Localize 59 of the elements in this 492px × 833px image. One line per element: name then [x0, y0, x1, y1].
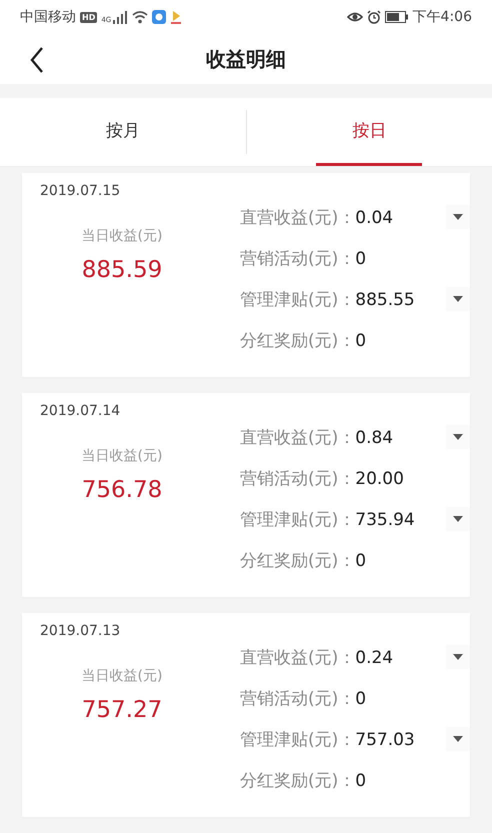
tab[interactable]: 按日 — [316, 98, 422, 166]
item-value: 735.94 — [355, 510, 415, 530]
total-amount: 885.59 — [82, 257, 162, 283]
item-label: 管理津贴(元)： — [240, 289, 356, 311]
item-value: 0 — [355, 770, 366, 790]
item-value: 757.03 — [355, 730, 415, 750]
expand-button[interactable] — [446, 727, 470, 751]
total-amount: 756.78 — [82, 477, 162, 503]
item-label: 管理津贴(元)： — [240, 509, 356, 531]
battery-icon — [384, 11, 409, 23]
record-date: 2019.07.14 — [40, 403, 120, 419]
expand-button[interactable] — [446, 645, 470, 669]
eye-icon — [346, 10, 363, 24]
item-value: 0 — [355, 248, 366, 268]
app-icon — [152, 10, 166, 24]
caret-icon — [453, 736, 463, 742]
signal-icon — [112, 10, 128, 24]
item-label: 营销活动(元)： — [240, 468, 356, 490]
item-value: 885.55 — [355, 290, 415, 310]
item-value: 0 — [355, 330, 366, 350]
expand-button[interactable] — [446, 507, 470, 531]
item-value: 0 — [355, 688, 366, 708]
tab[interactable]: 按月 — [70, 98, 176, 166]
chevron-left-icon — [30, 47, 44, 73]
caret-icon — [453, 654, 463, 660]
item-label: 分红奖励(元)： — [240, 330, 356, 352]
caret-icon — [453, 214, 463, 220]
clock-time: 下午4:06 — [412, 8, 472, 26]
record-date: 2019.07.13 — [40, 623, 120, 639]
caret-icon — [453, 296, 463, 302]
item-label: 分红奖励(元)： — [240, 550, 356, 572]
carrier-name: 中国移动 — [20, 8, 76, 26]
item-label: 分红奖励(元)： — [240, 770, 356, 792]
item-label: 营销活动(元)： — [240, 688, 356, 710]
expand-button[interactable] — [446, 205, 470, 229]
expand-button[interactable] — [446, 425, 470, 449]
total-label: 当日收益(元) — [82, 667, 162, 685]
item-value: 0 — [355, 550, 366, 570]
item-label: 直营收益(元)： — [240, 427, 356, 449]
item-label: 直营收益(元)： — [240, 647, 356, 669]
item-label: 管理津贴(元)： — [240, 729, 356, 751]
item-value: 0.84 — [355, 428, 394, 448]
total-amount: 757.27 — [82, 697, 162, 723]
item-value: 0.24 — [355, 648, 394, 668]
expand-button[interactable] — [446, 287, 470, 311]
item-value: 20.00 — [355, 468, 404, 488]
play-icon — [170, 10, 182, 24]
caret-icon — [453, 516, 463, 522]
wifi-icon — [132, 10, 148, 24]
hd-badge: HD — [80, 12, 98, 22]
caret-icon — [453, 434, 463, 440]
alarm-icon — [366, 10, 381, 24]
record-date: 2019.07.15 — [40, 183, 120, 199]
page-title: 收益明细 — [206, 46, 286, 72]
total-label: 当日收益(元) — [82, 447, 162, 465]
item-label: 营销活动(元)： — [240, 248, 356, 270]
total-label: 当日收益(元) — [82, 227, 162, 245]
item-label: 直营收益(元)： — [240, 207, 356, 229]
item-value: 0.04 — [355, 208, 394, 228]
